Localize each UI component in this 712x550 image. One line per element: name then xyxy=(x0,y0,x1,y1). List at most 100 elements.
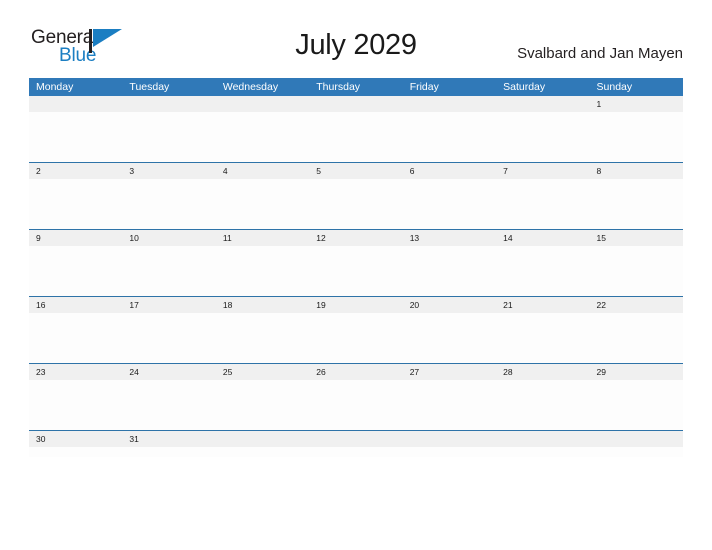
dow-sunday: Sunday xyxy=(596,81,633,93)
day-cell[interactable] xyxy=(403,447,496,457)
day-number[interactable]: 6 xyxy=(403,163,496,179)
day-number[interactable]: 12 xyxy=(309,230,402,246)
day-cell[interactable] xyxy=(216,313,309,363)
day-cell[interactable] xyxy=(29,380,122,430)
week-body xyxy=(29,313,683,363)
day-number[interactable] xyxy=(309,96,402,112)
day-number[interactable]: 2 xyxy=(29,163,122,179)
day-number[interactable]: 11 xyxy=(216,230,309,246)
week-body xyxy=(29,179,683,229)
day-cell[interactable] xyxy=(496,313,589,363)
week-date-band: 23 24 25 26 27 28 29 xyxy=(29,364,683,380)
day-cell[interactable] xyxy=(122,447,215,457)
day-cell[interactable] xyxy=(496,179,589,229)
day-number[interactable]: 4 xyxy=(216,163,309,179)
day-cell[interactable] xyxy=(496,447,589,457)
week-date-band: 1 xyxy=(29,96,683,112)
day-number[interactable] xyxy=(122,96,215,112)
day-cell[interactable] xyxy=(29,112,122,162)
day-number[interactable] xyxy=(403,431,496,447)
day-cell[interactable] xyxy=(29,313,122,363)
week-date-band: 9 10 11 12 13 14 15 xyxy=(29,230,683,246)
day-number[interactable]: 19 xyxy=(309,297,402,313)
day-cell[interactable] xyxy=(496,380,589,430)
day-number[interactable]: 14 xyxy=(496,230,589,246)
day-cell[interactable] xyxy=(496,246,589,296)
dow-monday: Monday xyxy=(36,81,74,93)
day-cell[interactable] xyxy=(216,179,309,229)
day-number[interactable]: 27 xyxy=(403,364,496,380)
day-cell[interactable] xyxy=(122,380,215,430)
day-number[interactable]: 20 xyxy=(403,297,496,313)
day-cell[interactable] xyxy=(216,447,309,457)
day-cell[interactable] xyxy=(216,246,309,296)
day-number[interactable]: 15 xyxy=(590,230,683,246)
day-cell[interactable] xyxy=(403,313,496,363)
day-cell[interactable] xyxy=(403,112,496,162)
day-number[interactable]: 24 xyxy=(122,364,215,380)
day-cell[interactable] xyxy=(216,112,309,162)
day-number[interactable]: 7 xyxy=(496,163,589,179)
day-number[interactable]: 23 xyxy=(29,364,122,380)
day-number[interactable]: 29 xyxy=(590,364,683,380)
day-cell[interactable] xyxy=(122,179,215,229)
week-body xyxy=(29,246,683,296)
day-number[interactable]: 17 xyxy=(122,297,215,313)
week-row: 9 10 11 12 13 14 15 xyxy=(29,229,683,296)
day-number[interactable]: 13 xyxy=(403,230,496,246)
day-number[interactable]: 31 xyxy=(122,431,215,447)
dow-wednesday: Wednesday xyxy=(222,81,279,93)
day-cell[interactable] xyxy=(590,112,683,162)
day-cell[interactable] xyxy=(403,246,496,296)
day-number[interactable] xyxy=(216,96,309,112)
week-row: 16 17 18 19 20 21 22 xyxy=(29,296,683,363)
day-cell[interactable] xyxy=(309,447,402,457)
day-cell[interactable] xyxy=(29,246,122,296)
day-cell[interactable] xyxy=(29,179,122,229)
day-cell[interactable] xyxy=(590,380,683,430)
day-number[interactable] xyxy=(496,96,589,112)
day-number[interactable]: 5 xyxy=(309,163,402,179)
day-number[interactable]: 28 xyxy=(496,364,589,380)
day-cell[interactable] xyxy=(216,380,309,430)
day-number[interactable] xyxy=(590,431,683,447)
day-cell[interactable] xyxy=(590,313,683,363)
day-number[interactable]: 30 xyxy=(29,431,122,447)
day-number[interactable]: 9 xyxy=(29,230,122,246)
day-cell[interactable] xyxy=(309,112,402,162)
day-number[interactable]: 26 xyxy=(309,364,402,380)
day-cell[interactable] xyxy=(122,246,215,296)
day-cell[interactable] xyxy=(590,179,683,229)
day-cell[interactable] xyxy=(590,246,683,296)
day-cell[interactable] xyxy=(309,246,402,296)
day-number[interactable] xyxy=(496,431,589,447)
calendar-page: General Blue July 2029 Svalbard and Jan … xyxy=(0,0,712,550)
day-number[interactable]: 18 xyxy=(216,297,309,313)
day-number[interactable]: 8 xyxy=(590,163,683,179)
day-number[interactable]: 21 xyxy=(496,297,589,313)
day-number[interactable]: 25 xyxy=(216,364,309,380)
day-cell[interactable] xyxy=(403,179,496,229)
day-cell[interactable] xyxy=(309,380,402,430)
day-cell[interactable] xyxy=(309,179,402,229)
day-cell[interactable] xyxy=(122,112,215,162)
day-cell[interactable] xyxy=(29,447,122,457)
day-number[interactable]: 1 xyxy=(590,96,683,112)
day-number[interactable] xyxy=(29,96,122,112)
day-number[interactable]: 22 xyxy=(590,297,683,313)
day-number[interactable] xyxy=(309,431,402,447)
dow-thursday: Thursday xyxy=(316,81,361,93)
page-header: General Blue July 2029 Svalbard and Jan … xyxy=(0,0,712,78)
day-number[interactable]: 16 xyxy=(29,297,122,313)
calendar-grid: Monday Tuesday Wednesday Thursday Friday… xyxy=(29,78,683,457)
day-number[interactable]: 10 xyxy=(122,230,215,246)
day-number[interactable]: 3 xyxy=(122,163,215,179)
day-cell[interactable] xyxy=(122,313,215,363)
day-number[interactable] xyxy=(216,431,309,447)
day-cell[interactable] xyxy=(590,447,683,457)
day-number[interactable] xyxy=(403,96,496,112)
day-cell[interactable] xyxy=(309,313,402,363)
day-cell[interactable] xyxy=(403,380,496,430)
week-date-band: 30 31 xyxy=(29,431,683,447)
day-cell[interactable] xyxy=(496,112,589,162)
